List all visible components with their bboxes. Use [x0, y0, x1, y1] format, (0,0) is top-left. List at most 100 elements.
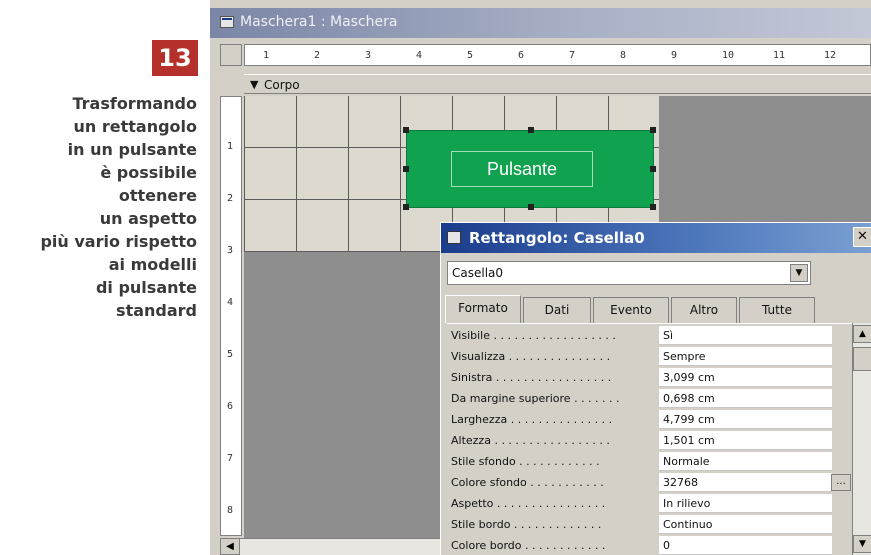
ruler-tick-label: 4 [227, 297, 234, 308]
resize-handle[interactable] [403, 204, 409, 210]
object-selector-value: Casella0 [452, 266, 504, 280]
tab-tutte[interactable]: Tutte [739, 297, 815, 323]
ruler-tick-label: 12 [824, 50, 837, 61]
tab-formato[interactable]: Formato [445, 295, 521, 323]
property-row-larghezza[interactable]: Larghezza . . . . . . . . . . . . . . . … [447, 410, 852, 429]
property-row-aspetto[interactable]: Aspetto . . . . . . . . . . . . . . . . … [447, 494, 852, 513]
property-value[interactable]: 1,501 cm [659, 431, 832, 450]
property-sheet: Rettangolo: Casella0 ✕ Casella0 ▼ Format… [440, 222, 871, 555]
property-row-altezza[interactable]: Altezza . . . . . . . . . . . . . . . . … [447, 431, 852, 450]
property-value[interactable]: 3,099 cm [659, 368, 832, 387]
property-name: Colore bordo . . . . . . . . . . . . [451, 539, 606, 552]
caption-panel: 13 Trasformando un rettangolo in un puls… [0, 0, 210, 555]
property-row-da-margine-superiore[interactable]: Da margine superiore . . . . . . . 0,698… [447, 389, 852, 408]
property-name: Altezza . . . . . . . . . . . . . . . . … [451, 434, 610, 447]
property-row-visualizza[interactable]: Visualizza . . . . . . . . . . . . . . .… [447, 347, 852, 366]
property-name: Da margine superiore . . . . . . . [451, 392, 620, 405]
ruler-tick-label: 5 [467, 50, 474, 61]
caption-line: un rettangolo [73, 117, 198, 136]
scroll-left-button[interactable]: ◀ [220, 538, 240, 555]
resize-handle[interactable] [650, 127, 656, 133]
ruler-tick-label: 8 [227, 505, 234, 516]
property-name: Aspetto . . . . . . . . . . . . . . . . [451, 497, 606, 510]
ruler-tick-label: 3 [365, 50, 372, 61]
ruler-tick-label: 4 [416, 50, 423, 61]
ruler-tick-label: 10 [722, 50, 735, 61]
scroll-up-button[interactable]: ▲ [853, 325, 871, 343]
ruler-tick-label: 5 [227, 349, 234, 360]
property-sheet-titlebar[interactable]: Rettangolo: Casella0 ✕ [441, 223, 871, 253]
close-button[interactable]: ✕ [853, 227, 871, 247]
property-list: Visibile . . . . . . . . . . . . . . . .… [447, 323, 852, 555]
property-name: Sinistra . . . . . . . . . . . . . . . .… [451, 371, 612, 384]
property-value[interactable]: Normale [659, 452, 832, 471]
ruler-tick-label: 3 [227, 245, 234, 256]
caption-line: Trasformando [72, 94, 197, 113]
tab-dati[interactable]: Dati [523, 297, 591, 323]
ruler-tick-label: 6 [227, 401, 234, 412]
section-label: Corpo [264, 78, 300, 92]
caption-line: di pulsante [95, 278, 197, 297]
vertical-ruler[interactable]: 1 2 3 4 5 6 7 8 [220, 96, 242, 536]
caption-line: standard [116, 301, 197, 320]
caption-line: più vario rispetto [40, 232, 197, 251]
property-scrollbar[interactable]: ▲ ▼ [852, 323, 871, 555]
property-value[interactable]: Sì [659, 326, 832, 345]
figure-number: 13 [152, 40, 198, 76]
resize-handle[interactable] [650, 204, 656, 210]
caption-line: un aspetto [99, 209, 197, 228]
property-value[interactable]: 0 [659, 536, 832, 555]
property-tabs: Formato Dati Evento Altro Tutte [445, 295, 871, 323]
property-value[interactable]: In rilievo [659, 494, 832, 513]
resize-handle[interactable] [650, 166, 656, 172]
horizontal-ruler[interactable]: 1 2 3 4 5 6 7 8 9 10 11 12 [244, 44, 871, 66]
property-name: Larghezza . . . . . . . . . . . . . . . [451, 413, 613, 426]
scroll-thumb[interactable] [853, 347, 871, 371]
property-value[interactable]: Sempre [659, 347, 832, 366]
caption-line: in un pulsante [67, 140, 197, 159]
property-name: Visualizza . . . . . . . . . . . . . . . [451, 350, 611, 363]
property-name: Visibile . . . . . . . . . . . . . . . .… [451, 329, 616, 342]
property-sheet-title: Rettangolo: Casella0 [469, 229, 645, 247]
section-header-corpo[interactable]: ▼ Corpo [244, 74, 871, 94]
property-row-stile-bordo[interactable]: Stile bordo . . . . . . . . . . . . . Co… [447, 515, 852, 534]
ruler-tick-label: 1 [227, 141, 234, 152]
property-name: Colore sfondo . . . . . . . . . . . [451, 476, 604, 489]
ruler-tick-label: 7 [569, 50, 576, 61]
tab-altro[interactable]: Altro [671, 297, 737, 323]
resize-handle[interactable] [528, 204, 534, 210]
property-row-visibile[interactable]: Visibile . . . . . . . . . . . . . . . .… [447, 326, 852, 345]
caption-line: è possibile [100, 163, 197, 182]
scroll-down-button[interactable]: ▼ [853, 535, 871, 553]
caption-line: ai modelli [108, 255, 197, 274]
ruler-tick-label: 2 [227, 193, 234, 204]
caption-line: ottenere [118, 186, 197, 205]
button-label[interactable]: Pulsante [451, 151, 593, 187]
resize-handle[interactable] [403, 127, 409, 133]
ruler-tick-label: 11 [773, 50, 786, 61]
property-row-colore-bordo[interactable]: Colore bordo . . . . . . . . . . . . 0 [447, 536, 852, 555]
form-icon [220, 16, 234, 28]
object-selector[interactable]: Casella0 ▼ [447, 261, 811, 285]
chevron-down-icon[interactable]: ▼ [790, 264, 808, 282]
resize-handle[interactable] [528, 127, 534, 133]
builder-button[interactable]: ... [831, 474, 851, 491]
resize-handle[interactable] [403, 166, 409, 172]
property-value[interactable]: 32768 [659, 473, 832, 492]
property-row-colore-sfondo[interactable]: Colore sfondo . . . . . . . . . . . 3276… [447, 473, 852, 492]
property-value[interactable]: 0,698 cm [659, 389, 832, 408]
section-arrow-icon: ▼ [250, 78, 259, 91]
green-rectangle-button[interactable]: Pulsante [403, 127, 656, 210]
property-value[interactable]: 4,799 cm [659, 410, 832, 429]
window-title: Maschera1 : Maschera [240, 14, 398, 30]
property-row-stile-sfondo[interactable]: Stile sfondo . . . . . . . . . . . . Nor… [447, 452, 852, 471]
form-selector[interactable] [220, 44, 242, 66]
window-titlebar[interactable]: Maschera1 : Maschera [210, 8, 871, 38]
property-sheet-icon [447, 231, 461, 244]
ruler-tick-label: 2 [314, 50, 321, 61]
ruler-tick-label: 8 [620, 50, 627, 61]
property-value[interactable]: Continuo [659, 515, 832, 534]
tab-evento[interactable]: Evento [593, 297, 669, 323]
property-name: Stile sfondo . . . . . . . . . . . . [451, 455, 600, 468]
property-row-sinistra[interactable]: Sinistra . . . . . . . . . . . . . . . .… [447, 368, 852, 387]
